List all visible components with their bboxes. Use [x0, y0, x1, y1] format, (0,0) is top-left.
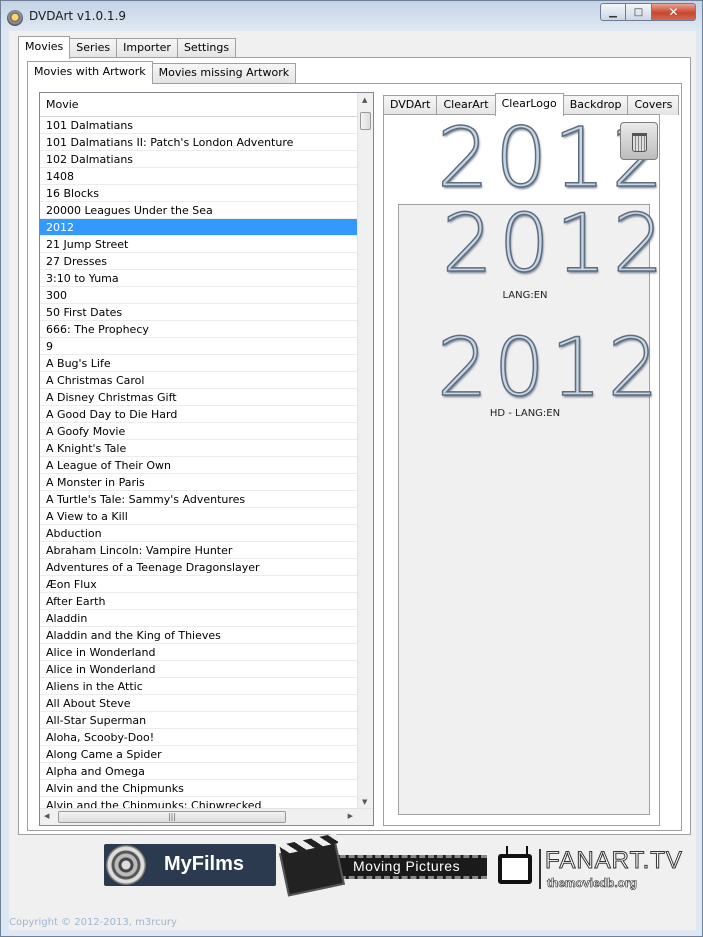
title-bar: DVDArt v1.0.1.9 ▁ □ ✕	[1, 1, 702, 31]
main-tabbar: Movies Series Importer Settings	[18, 36, 237, 59]
list-item[interactable]: A Turtle's Tale: Sammy's Adventures	[40, 491, 359, 508]
clearlogo-options[interactable]: 2012 LANG:EN 2012 HD - LANG:EN	[398, 196, 664, 815]
list-item[interactable]: 27 Dresses	[40, 253, 359, 270]
list-item[interactable]: Aliens in the Attic	[40, 678, 359, 695]
list-item[interactable]: A Christmas Carol	[40, 372, 359, 389]
movie-column-header[interactable]: Movie	[40, 93, 359, 117]
list-item[interactable]: 1408	[40, 168, 359, 185]
list-item[interactable]: Alice in Wonderland	[40, 644, 359, 661]
list-item[interactable]: A View to a Kill	[40, 508, 359, 525]
tab-movies[interactable]: Movies	[18, 36, 71, 59]
artwork-status-tabbar: Movies with Artwork Movies missing Artwo…	[27, 61, 297, 84]
scroll-down-icon[interactable]: ▼	[362, 798, 367, 806]
list-item[interactable]: Abduction	[40, 525, 359, 542]
tab-dvdart[interactable]: DVDArt	[383, 95, 438, 115]
tmdb-label: themoviedb.org	[547, 876, 638, 891]
maximize-button[interactable]: □	[626, 3, 652, 21]
list-item[interactable]: 50 First Dates	[40, 304, 359, 321]
clearlogo-option-1-caption: LANG:EN	[502, 290, 548, 301]
tab-series[interactable]: Series	[69, 38, 118, 58]
tab-settings[interactable]: Settings	[176, 38, 237, 58]
list-item[interactable]: After Earth	[40, 593, 359, 610]
list-item[interactable]: A Goofy Movie	[40, 423, 359, 440]
list-item[interactable]: All-Star Superman	[40, 712, 359, 729]
list-item[interactable]: 9	[40, 338, 359, 355]
window-title: DVDArt v1.0.1.9	[29, 9, 127, 23]
list-item[interactable]: Abraham Lincoln: Vampire Hunter	[40, 542, 359, 559]
list-item[interactable]: Adventures of a Teenage Dragonslayer	[40, 559, 359, 576]
list-item[interactable]: 102 Dalmatians	[40, 151, 359, 168]
copyright-text: Copyright © 2012-2013, m3rcury	[9, 917, 177, 928]
list-item[interactable]: Aladdin and the King of Thieves	[40, 627, 359, 644]
myfilms-label: MyFilms	[164, 853, 245, 875]
list-item[interactable]: Alpha and Omega	[40, 763, 359, 780]
list-item[interactable]: A Bug's Life	[40, 355, 359, 372]
scroll-up-icon[interactable]: ▲	[362, 96, 367, 104]
list-item[interactable]: 101 Dalmatians II: Patch's London Advent…	[40, 134, 359, 151]
moving-pictures-logo: Moving Pictures	[279, 839, 489, 897]
tab-clearlogo[interactable]: ClearLogo	[494, 93, 564, 116]
clearlogo-option-2[interactable]: 2012	[436, 320, 665, 415]
horizontal-scrollbar[interactable]: ◀ ||| ▶	[40, 808, 373, 825]
list-item[interactable]: A Disney Christmas Gift	[40, 389, 359, 406]
app-window: DVDArt v1.0.1.9 ▁ □ ✕ Movies Series Impo…	[0, 0, 703, 937]
list-item[interactable]: A Monster in Paris	[40, 474, 359, 491]
list-item[interactable]: A Knight's Tale	[40, 440, 359, 457]
movie-rows: 101 Dalmatians 101 Dalmatians II: Patch's…	[40, 117, 359, 814]
horizontal-scroll-thumb[interactable]: |||	[58, 811, 286, 823]
tv-icon	[498, 854, 532, 884]
list-item[interactable]: 21 Jump Street	[40, 236, 359, 253]
list-item[interactable]: Alvin and the Chipmunks	[40, 780, 359, 797]
film-reel-icon	[106, 845, 146, 885]
list-item[interactable]: 300	[40, 287, 359, 304]
app-icon	[7, 10, 23, 26]
scroll-right-icon[interactable]: ▶	[348, 812, 353, 820]
list-item[interactable]: 101 Dalmatians	[40, 117, 359, 134]
clearlogo-option-2-caption: HD - LANG:EN	[489, 408, 561, 419]
close-button[interactable]: ✕	[652, 3, 696, 21]
logo-divider	[539, 849, 541, 889]
list-item[interactable]: Alice in Wonderland	[40, 661, 359, 678]
list-item[interactable]: 16 Blocks	[40, 185, 359, 202]
tab-importer[interactable]: Importer	[116, 38, 178, 58]
fanart-label: FANART.TV	[545, 847, 683, 875]
list-item[interactable]: Aloha, Scooby-Doo!	[40, 729, 359, 746]
vertical-scrollbar[interactable]: ▲ ▼	[357, 93, 373, 809]
tab-movies-missing-artwork[interactable]: Movies missing Artwork	[151, 63, 297, 83]
list-item[interactable]: Æon Flux	[40, 576, 359, 593]
list-item[interactable]: A League of Their Own	[40, 457, 359, 474]
myfilms-logo: MyFilms	[104, 844, 276, 886]
fanart-tv-logo: FANART.TV themoviedb.org	[495, 844, 682, 894]
list-item[interactable]: 20000 Leagues Under the Sea	[40, 202, 359, 219]
list-item[interactable]: Aladdin	[40, 610, 359, 627]
vertical-scroll-thumb[interactable]	[360, 112, 371, 130]
tab-movies-with-artwork[interactable]: Movies with Artwork	[27, 61, 153, 84]
delete-artwork-button[interactable]	[620, 122, 658, 160]
list-item[interactable]: 666: The Prophecy	[40, 321, 359, 338]
list-item[interactable]: 3:10 to Yuma	[40, 270, 359, 287]
movie-list[interactable]: Movie 101 Dalmatians 101 Dalmatians II: P…	[39, 92, 374, 826]
clearlogo-option-1[interactable]: 2012	[441, 196, 670, 291]
moving-pictures-label: Moving Pictures	[353, 858, 461, 874]
clapperboard-icon	[279, 841, 345, 897]
list-item[interactable]: 2012	[40, 219, 359, 236]
list-item[interactable]: A Good Day to Die Hard	[40, 406, 359, 423]
minimize-button[interactable]: ▁	[600, 3, 626, 21]
list-item[interactable]: All About Steve	[40, 695, 359, 712]
scroll-left-icon[interactable]: ◀	[44, 812, 49, 820]
trash-icon	[632, 133, 647, 152]
list-item[interactable]: Along Came a Spider	[40, 746, 359, 763]
